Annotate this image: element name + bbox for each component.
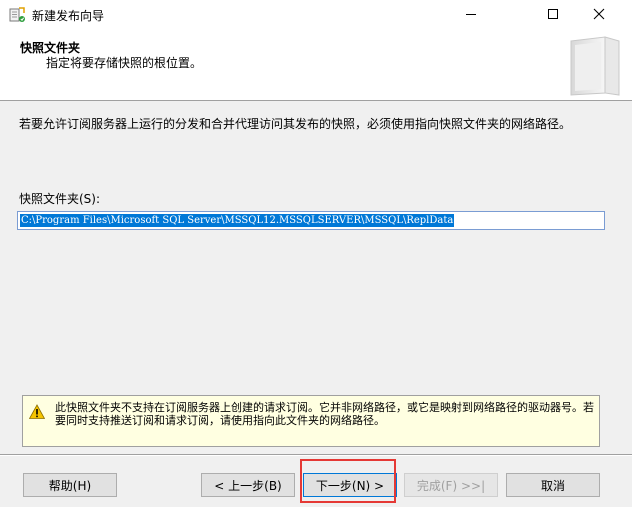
next-button[interactable]: 下一步(N) > (303, 473, 397, 497)
finish-button[interactable]: 完成(F) >>| (404, 473, 498, 497)
warning-text: 此快照文件夹不支持在订阅服务器上创建的请求订阅。它并非网络路径，或它是映射到网络… (55, 401, 594, 427)
minimize-icon (465, 8, 477, 23)
help-button[interactable]: 帮助(H) (23, 473, 117, 497)
minimize-button[interactable] (448, 0, 494, 30)
cancel-button[interactable]: 取消 (506, 473, 600, 497)
close-icon (593, 8, 605, 23)
maximize-button[interactable] (530, 0, 576, 30)
wizard-content: 若要允许订阅服务器上运行的分发和合并代理访问其发布的快照，必须使用指向快照文件夹… (0, 101, 632, 453)
window-title: 新建发布向导 (32, 9, 105, 23)
snapshot-folder-label: 快照文件夹(S): (19, 192, 101, 206)
warning-panel: 此快照文件夹不支持在订阅服务器上创建的请求订阅。它并非网络路径，或它是映射到网络… (22, 395, 600, 447)
title-bar: 新建发布向导 (0, 0, 632, 30)
close-button[interactable] (576, 0, 622, 30)
maximize-icon (547, 8, 559, 23)
wizard-icon (8, 6, 26, 24)
back-button[interactable]: < 上一步(B) (201, 473, 295, 497)
description-text: 若要允许订阅服务器上运行的分发和合并代理访问其发布的快照，必须使用指向快照文件夹… (19, 117, 572, 131)
footer-divider-highlight (0, 455, 632, 456)
wizard-header: 快照文件夹 指定将要存储快照的根位置。 (0, 30, 632, 101)
snapshot-folder-input[interactable]: C:\Program Files\Microsoft SQL Server\MS… (17, 211, 605, 230)
warning-icon (28, 404, 46, 420)
book-graphic-icon (565, 35, 625, 97)
snapshot-folder-value: C:\Program Files\Microsoft SQL Server\MS… (20, 214, 455, 227)
page-subtitle: 指定将要存储快照的根位置。 (46, 56, 203, 70)
